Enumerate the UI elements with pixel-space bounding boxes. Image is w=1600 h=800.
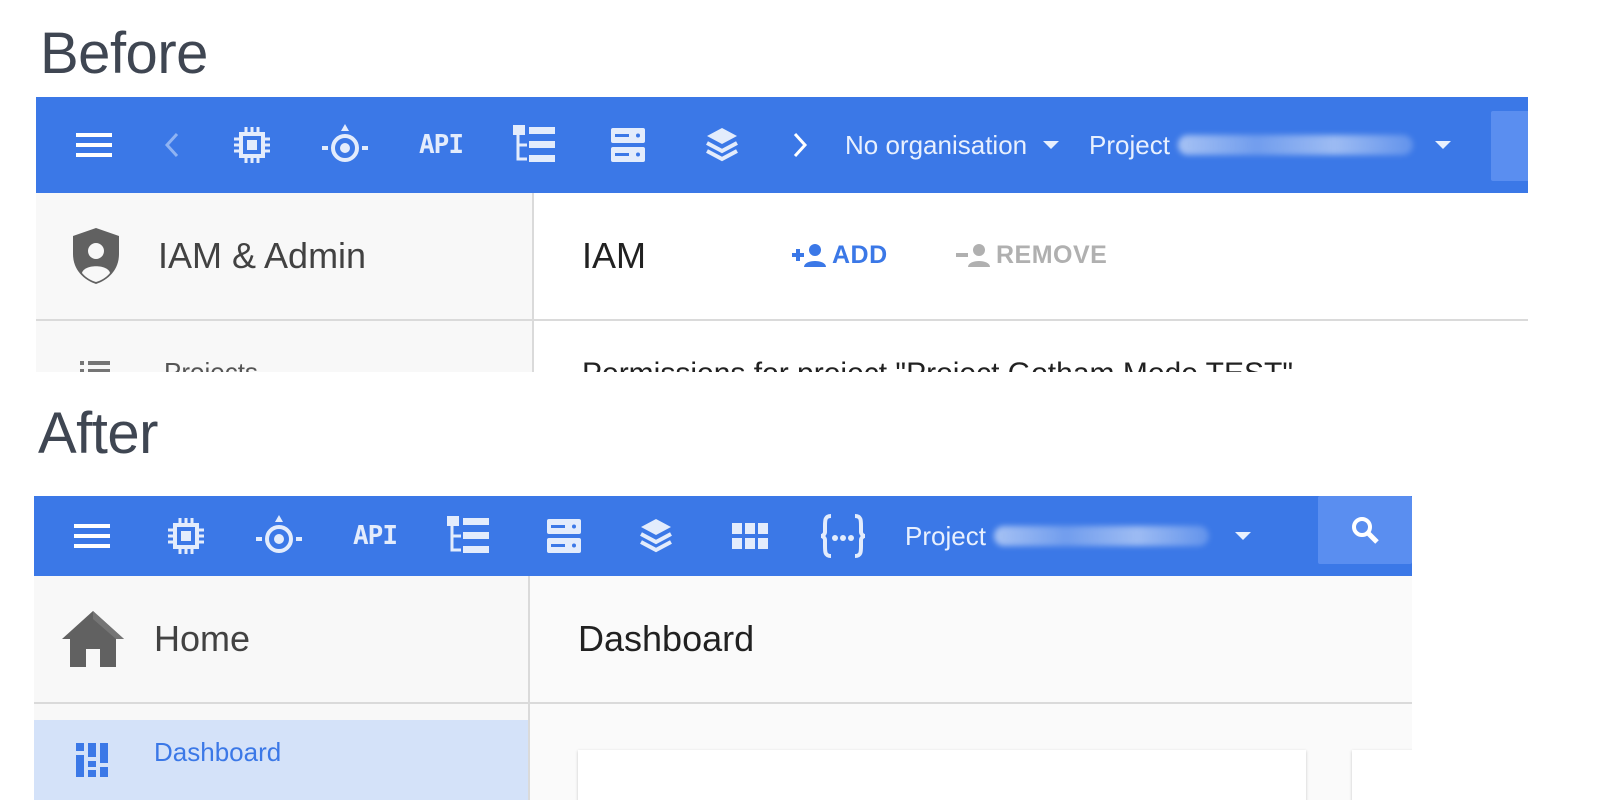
- storage-icon[interactable]: [608, 125, 648, 165]
- remove-person-icon: [956, 244, 990, 267]
- dashboard-icon: [76, 743, 108, 777]
- after-sidebar: Home Dashboard: [34, 576, 530, 800]
- code-braces-icon[interactable]: [818, 512, 868, 560]
- search-button[interactable]: [1318, 496, 1412, 564]
- search-button[interactable]: [1491, 111, 1528, 181]
- redacted-project-name: [1177, 135, 1413, 155]
- sidebar-title: IAM & Admin: [158, 235, 367, 276]
- chevron-down-icon: [1434, 141, 1451, 149]
- before-screenshot: API No organisation Project IAM & Admin …: [36, 97, 1528, 372]
- chip-icon[interactable]: [230, 123, 274, 167]
- add-button[interactable]: ADD: [792, 237, 888, 273]
- project-dropdown[interactable]: Project: [905, 512, 1251, 560]
- before-content: IAM ADD REMOVE Permissions for project "…: [534, 193, 1528, 372]
- target-icon[interactable]: [254, 512, 304, 560]
- hierarchy-icon[interactable]: [512, 123, 556, 167]
- sidebar-title: Home: [154, 618, 251, 659]
- chevron-down-icon: [1043, 141, 1060, 149]
- shield-person-icon: [70, 226, 122, 286]
- redacted-project-name: [993, 526, 1209, 546]
- sidebar-header: IAM & Admin: [36, 193, 532, 321]
- remove-button[interactable]: REMOVE: [956, 237, 1107, 273]
- after-app-bar: API Project: [34, 496, 1412, 576]
- layers-icon[interactable]: [702, 125, 742, 165]
- project-dropdown[interactable]: Project: [1089, 127, 1451, 163]
- target-icon[interactable]: [320, 121, 370, 169]
- nav-item-label: Projects: [164, 357, 258, 372]
- add-label: ADD: [832, 240, 888, 269]
- nav-item-projects[interactable]: Projects: [36, 351, 530, 372]
- list-icon: [80, 359, 110, 372]
- chevron-right-icon[interactable]: [788, 125, 812, 165]
- chip-icon[interactable]: [164, 514, 208, 558]
- menu-icon[interactable]: [72, 516, 112, 556]
- dashboard-card: [1352, 750, 1412, 800]
- search-icon: [1352, 517, 1379, 544]
- project-label: Project: [905, 520, 986, 551]
- apps-grid-icon[interactable]: [730, 518, 770, 554]
- before-app-bar: API No organisation Project: [36, 97, 1528, 193]
- chevron-down-icon: [1234, 532, 1251, 540]
- organisation-label: No organisation: [845, 129, 1028, 160]
- api-icon[interactable]: API: [348, 516, 402, 556]
- project-label: Project: [1089, 129, 1170, 160]
- page-title: Dashboard: [578, 618, 755, 659]
- after-content: Dashboard: [530, 576, 1412, 800]
- chevron-left-icon[interactable]: [160, 125, 184, 165]
- home-icon: [60, 609, 126, 669]
- add-person-icon: [792, 244, 826, 267]
- after-heading: After: [38, 401, 159, 466]
- content-header: Dashboard: [530, 576, 1412, 704]
- layers-icon[interactable]: [636, 516, 676, 556]
- nav-item-dashboard[interactable]: Dashboard: [34, 720, 528, 800]
- organisation-dropdown[interactable]: No organisation: [845, 127, 1060, 163]
- api-icon[interactable]: API: [414, 125, 468, 165]
- storage-icon[interactable]: [544, 516, 584, 556]
- before-heading: Before: [40, 21, 208, 86]
- after-screenshot: API Project Home Dashboard Dashboard: [34, 496, 1412, 800]
- menu-icon[interactable]: [74, 125, 114, 165]
- hierarchy-icon[interactable]: [446, 514, 490, 558]
- permissions-text: Permissions for project "Project Gotham …: [582, 357, 1293, 372]
- remove-label: REMOVE: [996, 240, 1108, 269]
- nav-item-label: Dashboard: [154, 736, 282, 767]
- sidebar-header: Home: [34, 576, 528, 704]
- before-sidebar: IAM & Admin Projects: [36, 193, 534, 372]
- page-title: IAM: [582, 235, 647, 276]
- dashboard-card: [578, 750, 1306, 800]
